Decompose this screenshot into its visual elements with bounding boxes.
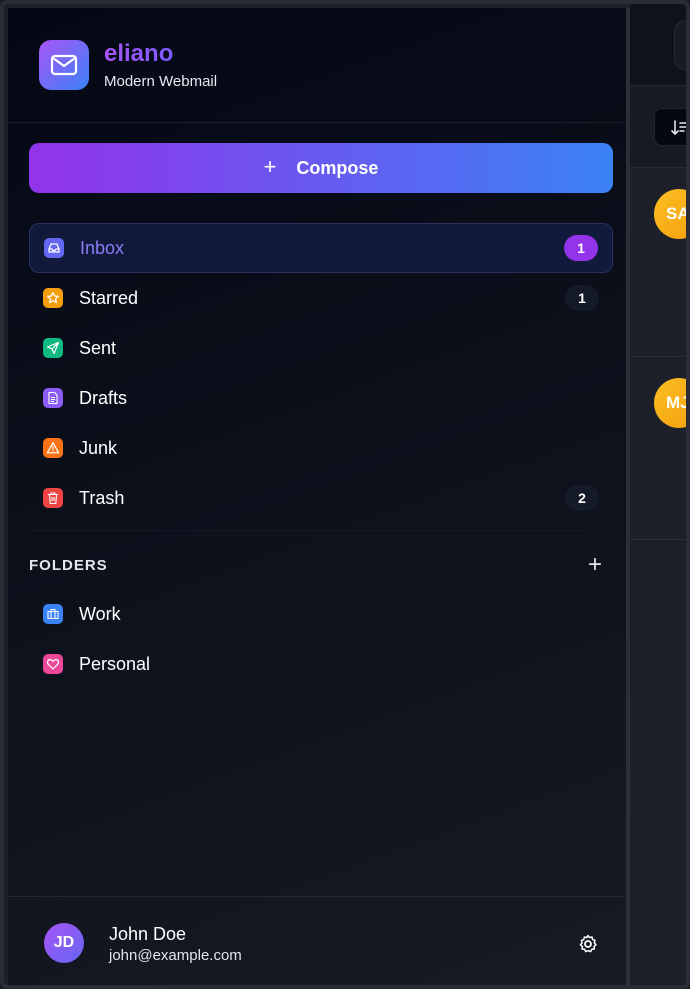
folders-title: FOLDERS bbox=[29, 557, 108, 574]
warning-icon bbox=[43, 438, 63, 458]
plus-icon: + bbox=[263, 154, 277, 179]
search-button[interactable] bbox=[674, 20, 686, 70]
user-profile: JD John Doe john@example.com bbox=[8, 896, 626, 985]
add-folder-button[interactable]: + bbox=[583, 551, 607, 578]
nav-label: Sent bbox=[79, 337, 117, 358]
sidebar: eliano Modern Webmail + Compose Inbox 1 … bbox=[8, 8, 630, 985]
folder-item-work[interactable]: Work bbox=[29, 589, 613, 639]
count-badge: 1 bbox=[565, 285, 599, 311]
briefcase-icon bbox=[43, 604, 63, 624]
count-badge: 2 bbox=[565, 485, 599, 511]
folder-list: Work Personal bbox=[29, 589, 613, 689]
send-icon bbox=[43, 338, 63, 358]
gear-icon bbox=[579, 934, 597, 953]
inbox-icon bbox=[44, 238, 64, 258]
mail-icon bbox=[39, 40, 89, 90]
mail-row[interactable]: MJ bbox=[630, 358, 686, 540]
user-email: john@example.com bbox=[109, 947, 242, 964]
mail-list-pane: SA MJ bbox=[630, 4, 686, 985]
app-name: eliano bbox=[104, 40, 174, 67]
mailbox-nav: Inbox 1 Starred 1 Sent Drafts Junk Trash… bbox=[29, 223, 613, 523]
app-window: SA MJ eliano Modern Webmail + Compose In… bbox=[0, 0, 690, 989]
app-tagline: Modern Webmail bbox=[104, 73, 218, 90]
heart-icon bbox=[43, 654, 63, 674]
user-name: John Doe bbox=[109, 924, 187, 944]
brand-header: eliano Modern Webmail bbox=[8, 8, 626, 123]
nav-item-inbox[interactable]: Inbox 1 bbox=[29, 223, 613, 273]
nav-item-trash[interactable]: Trash 2 bbox=[29, 473, 613, 523]
sender-avatar: MJ bbox=[654, 378, 686, 428]
folder-label: Work bbox=[79, 603, 121, 624]
folder-label: Personal bbox=[79, 653, 151, 674]
folder-item-personal[interactable]: Personal bbox=[29, 639, 613, 689]
divider bbox=[29, 530, 613, 531]
sort-bar bbox=[630, 86, 686, 168]
mail-row[interactable]: SA bbox=[630, 169, 686, 357]
folders-header: FOLDERS + bbox=[29, 551, 613, 578]
sort-icon bbox=[671, 120, 686, 135]
settings-button[interactable] bbox=[576, 932, 600, 956]
star-icon bbox=[43, 288, 63, 308]
nav-item-starred[interactable]: Starred 1 bbox=[29, 273, 613, 323]
nav-item-junk[interactable]: Junk bbox=[29, 423, 613, 473]
sender-avatar: SA bbox=[654, 189, 686, 239]
compose-button[interactable]: + Compose bbox=[29, 143, 613, 193]
unread-badge: 1 bbox=[564, 235, 598, 261]
nav-item-drafts[interactable]: Drafts bbox=[29, 373, 613, 423]
nav-label: Trash bbox=[79, 487, 125, 508]
sort-button[interactable] bbox=[654, 108, 686, 146]
nav-label: Drafts bbox=[79, 387, 128, 408]
trash-icon bbox=[43, 488, 63, 508]
avatar[interactable]: JD bbox=[44, 923, 84, 963]
document-icon bbox=[43, 388, 63, 408]
nav-label: Inbox bbox=[80, 237, 125, 258]
compose-label: Compose bbox=[296, 157, 379, 178]
nav-item-sent[interactable]: Sent bbox=[29, 323, 613, 373]
nav-label: Junk bbox=[79, 437, 118, 458]
nav-label: Starred bbox=[79, 287, 139, 308]
top-bar bbox=[630, 4, 686, 86]
